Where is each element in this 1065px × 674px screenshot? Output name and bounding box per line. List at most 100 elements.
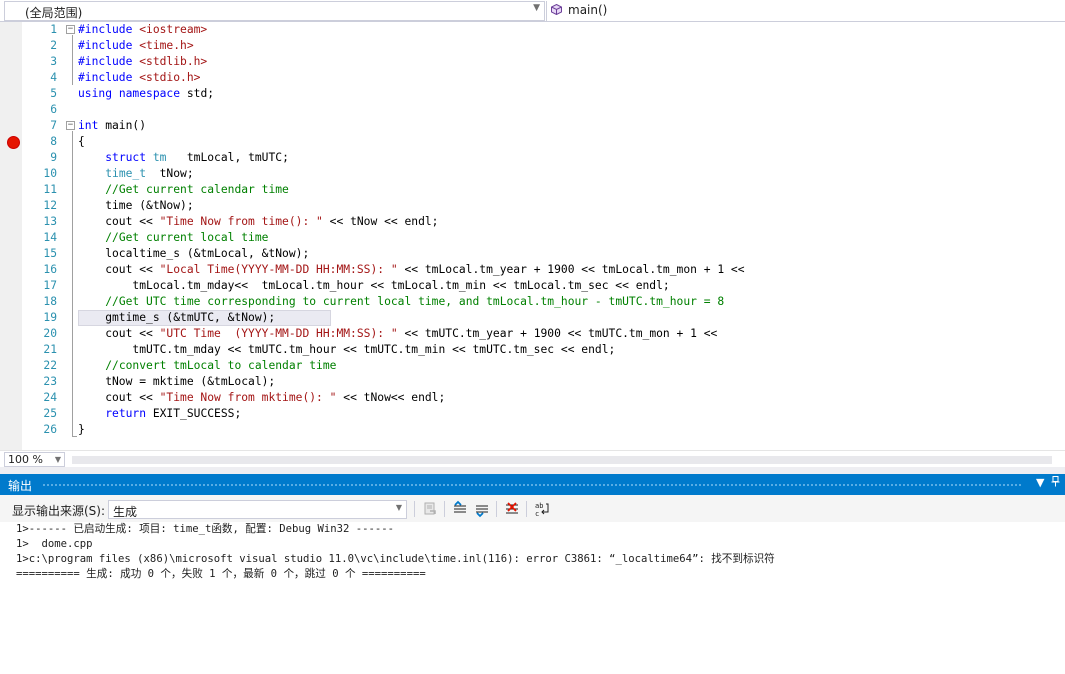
line-number: 5 <box>50 87 57 100</box>
panel-splitter[interactable] <box>0 467 1065 474</box>
code-token: namespace <box>118 87 181 100</box>
breakpoint-margin[interactable] <box>0 22 22 450</box>
code-line[interactable]: 17 tmLocal.tm_mday<< tmLocal.tm_hour << … <box>22 278 1065 294</box>
output-line: 1>------ 已启动生成: 项目: time_t函数, 配置: Debug … <box>16 523 395 535</box>
toolbar-separator <box>414 501 415 517</box>
line-number: 19 <box>43 311 57 324</box>
output-text-area[interactable]: 1>------ 已启动生成: 项目: time_t函数, 配置: Debug … <box>0 522 1065 674</box>
line-number: 16 <box>43 263 57 276</box>
code-text: struct tm tmLocal, tmUTC; <box>78 150 289 166</box>
previous-message-icon[interactable] <box>451 500 469 518</box>
code-line[interactable]: 24 cout << "Time Now from mktime(): " <<… <box>22 390 1065 406</box>
breakpoint-icon[interactable] <box>7 136 20 149</box>
code-text: } <box>78 422 85 438</box>
code-text: int main() <box>78 118 146 134</box>
code-token: struct <box>105 151 147 164</box>
code-editor[interactable]: 1− #include <iostream> 2 #include <time.h> 3… <box>0 22 1065 450</box>
collapse-icon[interactable]: − <box>66 121 75 130</box>
code-token: std; <box>180 87 215 100</box>
code-line[interactable]: 15 localtime_s (&tmLocal, &tNow); <box>22 246 1065 262</box>
code-line[interactable]: 20 cout << "UTC Time (YYYY-MM-DD HH:MM:S… <box>22 326 1065 342</box>
code-line[interactable]: 13 cout << "Time Now from time(): " << t… <box>22 214 1065 230</box>
find-message-in-code-icon[interactable] <box>421 500 439 518</box>
code-line[interactable]: 18 //Get UTC time corresponding to curre… <box>22 294 1065 310</box>
code-text: cout << "Local Time(YYYY-MM-DD HH:MM:SS)… <box>78 262 744 278</box>
code-token: <stdlib.h> <box>139 55 208 68</box>
pin-icon[interactable] <box>1051 476 1060 490</box>
code-token: //Get UTC time corresponding to current … <box>105 295 725 308</box>
code-line[interactable]: 22 //convert tmLocal to calendar time <box>22 358 1065 374</box>
code-token: localtime_s (&tmLocal, &tNow); <box>78 247 310 260</box>
code-line[interactable]: 14 //Get current local time <box>22 230 1065 246</box>
line-number: 6 <box>50 103 57 116</box>
code-line[interactable]: 6 <box>22 102 1065 118</box>
code-line[interactable]: 9 struct tm tmLocal, tmUTC; <box>22 150 1065 166</box>
code-token: //Get current calendar time <box>105 183 289 196</box>
code-line[interactable]: 10 time_t tNow; <box>22 166 1065 182</box>
code-token: <time.h> <box>139 39 194 52</box>
line-number: 15 <box>43 247 57 260</box>
window-position-dropdown-icon[interactable]: ▼ <box>1036 476 1044 489</box>
line-number: 23 <box>43 375 57 388</box>
code-line[interactable]: 21 tmUTC.tm_mday << tmUTC.tm_hour << tmU… <box>22 342 1065 358</box>
code-text: #include <time.h> <box>78 38 194 54</box>
line-number: 11 <box>43 183 57 196</box>
line-number: 14 <box>43 231 57 244</box>
code-line[interactable]: 5 using namespace std; <box>22 86 1065 102</box>
code-line[interactable]: 26} <box>22 422 1065 438</box>
code-token: int <box>78 119 99 132</box>
clear-all-icon[interactable] <box>503 500 521 518</box>
zoom-dropdown[interactable]: 100 % ▼ <box>4 452 65 467</box>
code-line[interactable]: 19 gmtime_s (&tmUTC, &tNow); <box>22 310 1065 326</box>
code-token: "Local Time(YYYY-MM-DD HH:MM:SS): " <box>159 263 398 276</box>
code-line[interactable]: 23 tNow = mktime (&tmLocal); <box>22 374 1065 390</box>
horizontal-scrollbar[interactable] <box>72 456 1052 464</box>
next-message-icon[interactable] <box>473 500 491 518</box>
code-line[interactable]: 12 time (&tNow); <box>22 198 1065 214</box>
code-line[interactable]: 8{ <box>22 134 1065 150</box>
code-line[interactable]: 11 //Get current calendar time <box>22 182 1065 198</box>
code-token: "Time Now from mktime(): " <box>159 391 337 404</box>
code-token: time_t <box>105 167 147 180</box>
code-token: time (&tNow); <box>78 199 194 212</box>
code-text: time (&tNow); <box>78 198 194 214</box>
code-line[interactable]: 16 cout << "Local Time(YYYY-MM-DD HH:MM:… <box>22 262 1065 278</box>
chevron-down-icon: ▼ <box>54 455 61 464</box>
output-toolbar: 显示输出来源(S): 生成 ▼ ab c <box>0 495 1065 522</box>
code-text: //Get current calendar time <box>78 182 289 198</box>
line-number: 7 <box>50 119 57 132</box>
code-line[interactable]: 7− int main() <box>22 118 1065 134</box>
code-token: //convert tmLocal to calendar time <box>105 359 337 372</box>
code-line[interactable]: 25 return EXIT_SUCCESS; <box>22 406 1065 422</box>
code-token: cout << <box>78 263 160 276</box>
svg-text:ab: ab <box>535 502 543 510</box>
line-number: 17 <box>43 279 57 292</box>
output-line: 1>c:\program files (x86)\microsoft visua… <box>16 553 775 565</box>
code-line[interactable]: 4 #include <stdio.h> <box>22 70 1065 86</box>
collapse-icon[interactable]: − <box>66 25 75 34</box>
code-line[interactable]: 2 #include <time.h> <box>22 38 1065 54</box>
code-line[interactable]: 3 #include <stdlib.h> <box>22 54 1065 70</box>
toggle-word-wrap-icon[interactable]: ab c <box>533 500 551 518</box>
toolbar-separator <box>496 501 497 517</box>
scope-dropdown[interactable]: (全局范围) ▼ <box>4 1 545 21</box>
code-token: "UTC Time (YYYY-MM-DD HH:MM:SS): " <box>159 327 398 340</box>
code-token: gmtime_s (&tmUTC, &tNow); <box>78 311 276 324</box>
code-token: tNow = mktime (&tmLocal); <box>78 375 276 388</box>
output-line: 1> dome.cpp <box>16 538 93 550</box>
output-source-dropdown[interactable]: 生成 ▼ <box>108 500 407 519</box>
code-token: cout << <box>78 391 160 404</box>
code-token: tNow; <box>146 167 194 180</box>
code-line[interactable]: 1− #include <iostream> <box>22 22 1065 38</box>
line-number: 18 <box>43 295 57 308</box>
line-number: 12 <box>43 199 57 212</box>
output-panel-title: 输出 <box>8 479 33 493</box>
code-token: #include <box>78 55 140 68</box>
member-dropdown[interactable]: main() <box>546 1 1065 21</box>
code-token: <stdio.h> <box>139 71 201 84</box>
